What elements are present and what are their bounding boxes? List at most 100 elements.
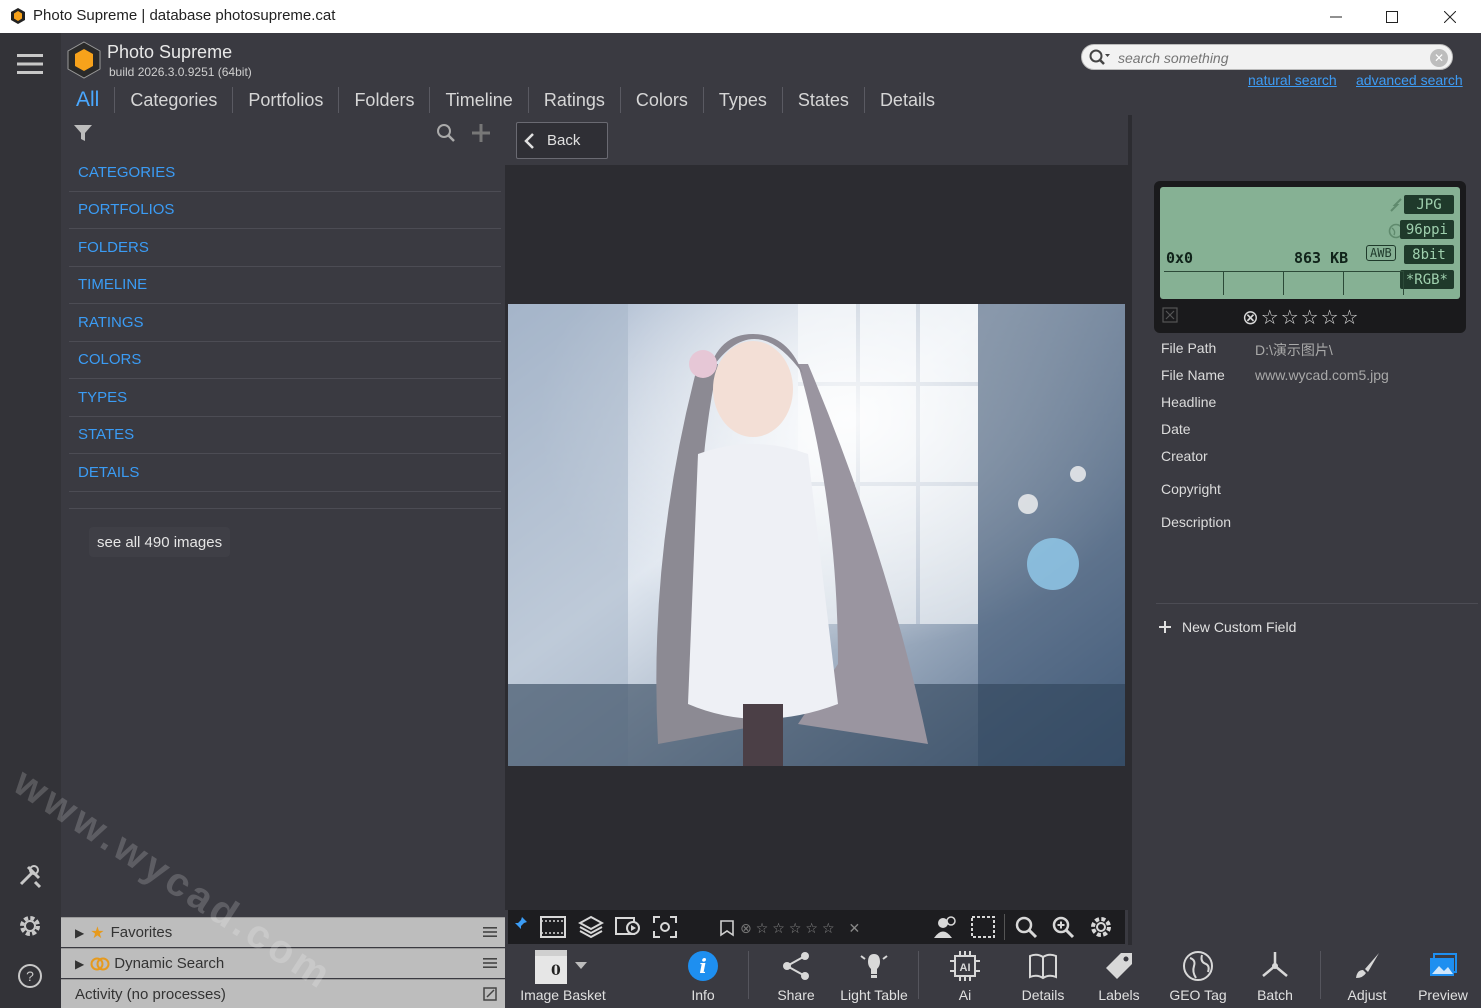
globe-icon — [1183, 951, 1213, 981]
search-icon[interactable] — [1088, 48, 1110, 68]
tab-types[interactable]: Types — [704, 87, 783, 113]
batch-button[interactable]: Batch — [1245, 945, 1305, 1008]
search-input[interactable] — [1118, 48, 1418, 68]
settings-button[interactable] — [14, 910, 46, 942]
rating-star-4-icon[interactable]: ☆ — [1321, 305, 1339, 330]
fullscreen-button[interactable] — [651, 914, 679, 940]
tab-ratings[interactable]: Ratings — [529, 87, 621, 113]
field-value[interactable]: D:\演示图片\ — [1255, 340, 1333, 360]
tab-colors[interactable]: Colors — [621, 87, 704, 113]
labels-button[interactable]: Labels — [1089, 945, 1149, 1008]
preview-image-icon — [1430, 953, 1457, 976]
batch-icon-wrap — [1257, 948, 1293, 984]
rating-star-2-icon[interactable]: ☆ — [1281, 305, 1299, 330]
filmstrip-icon — [540, 916, 566, 938]
close-square-icon[interactable] — [1162, 307, 1178, 323]
add-category-button[interactable] — [469, 121, 493, 145]
category-item-colors[interactable]: COLORS — [69, 342, 501, 379]
field-row-headline[interactable]: Headline — [1161, 394, 1471, 421]
slideshow-button[interactable] — [614, 914, 642, 940]
tab-timeline[interactable]: Timeline — [430, 87, 529, 113]
geo-tag-button[interactable]: GEO Tag — [1163, 945, 1233, 1008]
rating-star-1-icon[interactable]: ☆ — [756, 920, 769, 937]
activity-panel-header[interactable]: Activity (no processes) — [61, 979, 505, 1008]
category-item-timeline[interactable]: TIMELINE — [69, 267, 501, 304]
category-item-folders[interactable]: FOLDERS — [69, 229, 501, 267]
basket-icon — [535, 950, 587, 984]
tab-states[interactable]: States — [783, 87, 865, 113]
rating-star-5-icon[interactable]: ☆ — [822, 920, 835, 937]
field-row-description[interactable]: Description — [1161, 514, 1471, 541]
category-item-categories[interactable]: CATEGORIES — [69, 154, 501, 192]
svg-text:i: i — [699, 954, 707, 978]
filter-button[interactable] — [71, 121, 95, 145]
face-recognition-button[interactable] — [932, 914, 960, 940]
minimize-button[interactable] — [1308, 0, 1364, 33]
rating-star-5-icon[interactable]: ☆ — [1341, 305, 1359, 330]
category-item-details[interactable]: DETAILS — [69, 454, 501, 492]
tag-icon — [1106, 953, 1132, 979]
maximize-button[interactable] — [1364, 0, 1420, 33]
selection-button[interactable] — [969, 914, 997, 940]
panel-menu-icon[interactable] — [483, 956, 497, 970]
category-item-states[interactable]: STATES — [69, 417, 501, 454]
preview-button[interactable]: Preview — [1411, 945, 1475, 1008]
bookmark-icon[interactable] — [718, 919, 736, 937]
image-viewer[interactable] — [505, 165, 1128, 910]
ai-button[interactable]: AI Ai — [935, 945, 995, 1008]
field-row-copyright[interactable]: Copyright — [1161, 481, 1471, 514]
info-button[interactable]: i Info — [668, 945, 738, 1008]
hamburger-menu-button[interactable] — [14, 48, 46, 80]
batch-propeller-icon — [1262, 952, 1288, 977]
category-item-portfolios[interactable]: PORTFOLIOS — [69, 192, 501, 229]
favorites-label: Favorites — [110, 924, 173, 941]
advanced-search-link[interactable]: advanced search — [1356, 72, 1463, 88]
adjust-button[interactable]: Adjust — [1335, 945, 1399, 1008]
tools-button[interactable] — [14, 860, 46, 892]
share-button[interactable]: Share — [763, 945, 829, 1008]
tab-folders[interactable]: Folders — [339, 87, 431, 113]
rating-star-3-icon[interactable]: ☆ — [1301, 305, 1319, 330]
info-label: Info — [691, 987, 715, 1003]
close-button[interactable] — [1422, 0, 1478, 33]
category-item-ratings[interactable]: RATINGS — [69, 304, 501, 342]
tab-categories[interactable]: Categories — [115, 87, 234, 113]
light-table-button[interactable]: Light Table — [835, 945, 913, 1008]
natural-search-link[interactable]: natural search — [1248, 72, 1337, 88]
viewer-settings-button[interactable] — [1087, 914, 1115, 940]
favorites-panel-header[interactable]: ▶ ★ Favorites — [61, 917, 505, 947]
zoom-in-button[interactable] — [1050, 914, 1078, 940]
main-tabs: All Categories Portfolios Folders Timeli… — [61, 87, 950, 113]
rating-star-1-icon[interactable]: ☆ — [1261, 305, 1279, 330]
details-button[interactable]: Details — [1011, 945, 1075, 1008]
tab-details[interactable]: Details — [865, 87, 950, 113]
see-all-images-button[interactable]: see all 490 images — [89, 527, 231, 557]
field-value[interactable]: www.wycad.com5.jpg — [1255, 367, 1389, 383]
rating-star-4-icon[interactable]: ☆ — [805, 920, 818, 937]
rating-star-3-icon[interactable]: ☆ — [789, 920, 802, 937]
search-categories-button[interactable] — [434, 121, 458, 145]
chevron-left-icon — [524, 132, 534, 149]
popout-icon[interactable] — [483, 987, 497, 1001]
back-button[interactable]: Back — [516, 122, 608, 159]
filmstrip-button[interactable] — [539, 914, 567, 940]
clear-rating-icon[interactable]: ✕ — [849, 920, 861, 937]
new-custom-field-button[interactable]: New Custom Field — [1158, 619, 1296, 635]
clear-search-button[interactable]: ✕ — [1430, 49, 1448, 67]
layers-button[interactable] — [577, 914, 605, 940]
field-row-date[interactable]: Date — [1161, 421, 1471, 448]
search-similar-button[interactable] — [1013, 914, 1041, 940]
pin-button[interactable] — [512, 910, 530, 936]
tab-portfolios[interactable]: Portfolios — [233, 87, 340, 113]
reject-icon[interactable]: ⊗ — [740, 920, 752, 937]
help-button[interactable]: ? — [14, 960, 46, 992]
panel-menu-icon[interactable] — [483, 925, 497, 939]
tab-all[interactable]: All — [61, 87, 116, 113]
field-row-creator[interactable]: Creator — [1161, 448, 1471, 481]
image-basket-button[interactable]: 0 Image Basket — [513, 945, 613, 1008]
reject-icon[interactable]: ⊗ — [1242, 305, 1259, 330]
dynamic-search-panel-header[interactable]: ▶ Dynamic Search — [61, 948, 505, 978]
rating-star-2-icon[interactable]: ☆ — [772, 920, 785, 937]
geo-tag-icon-wrap — [1180, 948, 1216, 984]
category-item-types[interactable]: TYPES — [69, 379, 501, 417]
